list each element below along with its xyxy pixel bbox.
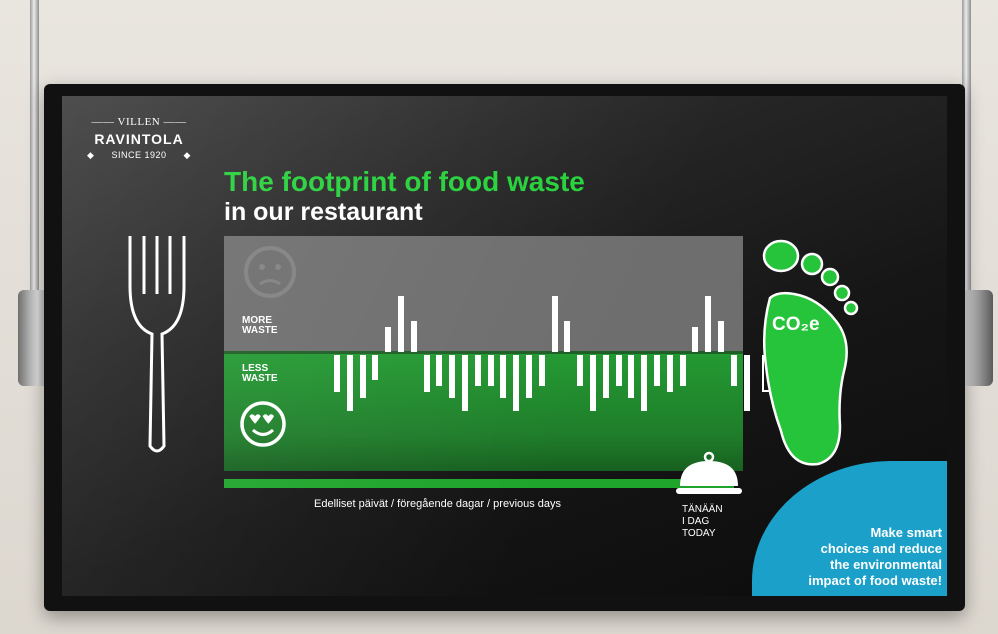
logo-since: SINCE 1920 [111,150,167,160]
footprint-icon [762,239,859,466]
headline-line2: in our restaurant [224,198,423,226]
waste-bar [564,321,571,352]
headline-line1: The footprint of food waste [224,166,585,197]
waste-bar [436,355,443,386]
waste-bar [513,355,520,411]
sad-face-icon [244,246,296,298]
tv-screen: —— VILLEN —— RAVINTOLA ◆ SINCE 1920 ◆ Th… [62,96,947,596]
waste-bar [679,355,686,386]
less-waste-label: LESS WASTE [242,363,278,384]
waste-bar [462,355,468,411]
waste-bar [692,327,699,352]
waste-bar [410,321,417,352]
restaurant-logo: —— VILLEN —— RAVINTOLA ◆ SINCE 1920 ◆ [84,116,194,161]
co2e-label: CO₂e [772,314,820,335]
waste-bar [346,355,353,411]
waste-bar [538,355,545,386]
love-face-icon [240,401,286,447]
today-label: TÄNÄÄN I DAG TODAY [682,504,723,539]
cta-banner: Make smart choices and reduce the enviro… [752,461,947,596]
waste-bar [718,321,724,352]
cloche-icon [676,451,742,494]
logo-name: RAVINTOLA [94,131,184,147]
waste-bar [628,355,635,399]
waste-bar [730,355,737,386]
logo-top-text: VILLEN [117,116,161,128]
waste-bar [590,355,596,411]
cta-text: Make smart choices and reduce the enviro… [808,525,942,588]
wall-mount-rod-left [30,0,39,300]
waste-bar [526,355,532,399]
waste-bar [398,296,404,352]
waste-bar [666,355,673,393]
waste-bar [705,296,712,352]
waste-bar [641,355,648,411]
waste-bar [487,355,494,386]
timeline-caption: Edelliset päivät / föregående dagar / pr… [314,498,562,510]
waste-bar [449,355,456,399]
waste-bar [423,355,430,393]
waste-bar [654,355,660,386]
chart-baseline [224,351,743,354]
waste-bar [500,355,507,399]
waste-bar [743,355,750,411]
waste-bar [474,355,481,386]
more-waste-zone [224,236,743,353]
waste-bar [551,296,558,352]
timeline-bar [224,479,734,488]
more-waste-label: MORE WASTE [242,315,278,336]
less-waste-zone [224,353,743,471]
waste-bar [602,355,609,399]
waste-bar [577,355,584,386]
waste-bar [372,355,379,380]
fork-icon [128,236,186,453]
waste-chart: MORE WASTE LESS WASTE [224,236,781,471]
waste-bar [359,355,366,399]
waste-bar [385,327,392,352]
waste-bar [334,355,340,393]
waste-bar [615,355,622,386]
tv-frame: —— VILLEN —— RAVINTOLA ◆ SINCE 1920 ◆ Th… [44,84,965,611]
